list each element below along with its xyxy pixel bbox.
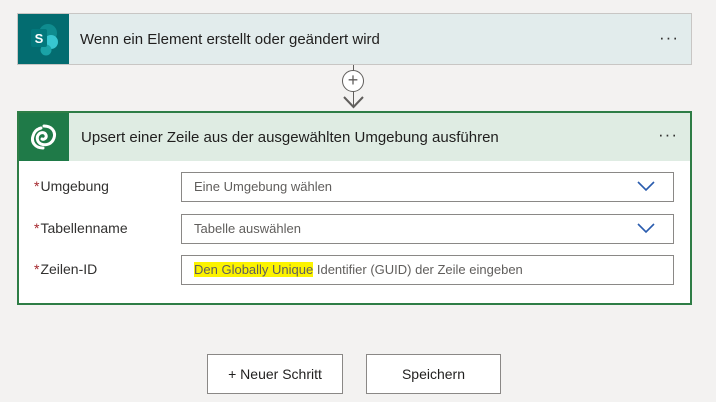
save-button[interactable]: Speichern	[366, 354, 501, 394]
chevron-down-icon[interactable]	[637, 223, 655, 234]
row-id-input[interactable]: Den Globally Unique Identifier (GUID) de…	[181, 255, 674, 285]
table-name-dropdown[interactable]: Tabelle auswählen	[181, 214, 674, 244]
environment-placeholder: Eine Umgebung wählen	[194, 179, 333, 194]
trigger-title: Wenn ein Element erstellt oder geändert …	[80, 31, 380, 48]
more-options-icon[interactable]: ···	[659, 28, 679, 48]
row-id-placeholder: Den Globally Unique Identifier (GUID) de…	[194, 262, 523, 277]
svg-text:S: S	[35, 31, 44, 46]
dataverse-icon	[19, 113, 69, 161]
required-marker: *	[34, 261, 40, 277]
label-text: Tabellenname	[40, 220, 128, 236]
label-text: Zeilen-ID	[40, 261, 98, 277]
chevron-down-icon	[343, 96, 364, 109]
field-label-tabellenname: *Tabellenname	[34, 220, 128, 236]
highlighted-text: Den Globally Unique	[194, 262, 314, 277]
label-text: Umgebung	[40, 178, 109, 194]
required-marker: *	[34, 220, 40, 236]
chevron-down-icon[interactable]	[637, 181, 655, 192]
new-step-button[interactable]: + Neuer Schritt	[207, 354, 343, 394]
trigger-card[interactable]: S Wenn ein Element erstellt oder geänder…	[17, 13, 692, 65]
field-label-umgebung: *Umgebung	[34, 178, 109, 194]
required-marker: *	[34, 178, 40, 194]
insert-step-button[interactable]: +	[342, 70, 364, 92]
more-options-icon[interactable]: ···	[658, 125, 678, 145]
field-label-zeilen-id: *Zeilen-ID	[34, 261, 97, 277]
environment-dropdown[interactable]: Eine Umgebung wählen	[181, 172, 674, 202]
action-card[interactable]: Upsert einer Zeile aus der ausgewählten …	[17, 111, 692, 305]
table-name-placeholder: Tabelle auswählen	[194, 221, 301, 236]
sharepoint-icon: S	[18, 14, 69, 64]
placeholder-rest: Identifier (GUID) der Zeile eingeben	[313, 262, 523, 277]
action-title: Upsert einer Zeile aus der ausgewählten …	[81, 129, 499, 146]
